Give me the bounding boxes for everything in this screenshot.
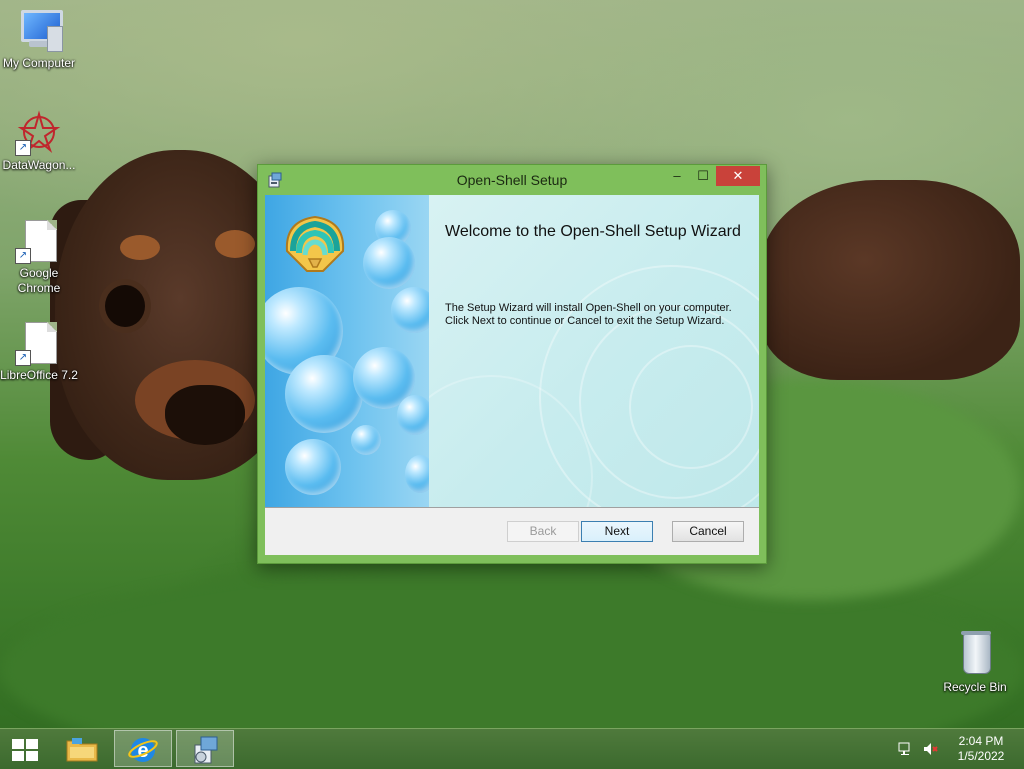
installer-icon bbox=[194, 736, 218, 764]
window-titlebar[interactable]: Open-Shell Setup – ☐ ✕ bbox=[258, 165, 766, 195]
clock-date: 1/5/2022 bbox=[957, 749, 1005, 763]
wizard-description: The Setup Wizard will install Open-Shell… bbox=[445, 302, 750, 328]
bubble-graphic bbox=[285, 355, 363, 433]
desktop-icon-datawagon[interactable]: ↗ DataWagon... bbox=[0, 110, 78, 173]
desktop-icon-libreoffice[interactable]: ↗ LibreOffice 7.2 bbox=[0, 320, 78, 383]
decorative-ring bbox=[629, 345, 753, 469]
next-button[interactable]: Next bbox=[581, 521, 653, 542]
shortcut-arrow-icon: ↗ bbox=[15, 350, 31, 366]
desktop-icon-label: Google Chrome bbox=[17, 266, 61, 295]
wizard-client-area: Welcome to the Open-Shell Setup Wizard T… bbox=[265, 195, 759, 555]
datawagon-icon: ↗ bbox=[15, 110, 63, 156]
wizard-banner-image bbox=[265, 195, 429, 507]
desktop-icon-my-computer[interactable]: My Computer bbox=[0, 8, 78, 71]
back-button[interactable]: Back bbox=[507, 521, 579, 542]
desktop-icon-label: My Computer bbox=[2, 56, 76, 70]
bubble-graphic bbox=[285, 439, 341, 495]
desktop-icon-label: DataWagon... bbox=[2, 158, 76, 172]
taskbar-internet-explorer[interactable]: e bbox=[114, 730, 172, 767]
setup-window[interactable]: Open-Shell Setup – ☐ ✕ Welcome to the Op… bbox=[257, 164, 767, 564]
desktop-icon-label: LibreOffice 7.2 bbox=[0, 368, 78, 382]
internet-explorer-icon: e bbox=[128, 738, 158, 762]
cancel-button[interactable]: Cancel bbox=[672, 521, 744, 542]
volume-muted-icon[interactable] bbox=[922, 741, 938, 757]
bubble-graphic bbox=[405, 455, 429, 493]
minimize-button[interactable]: – bbox=[664, 166, 690, 186]
puppy-body bbox=[760, 180, 1020, 380]
close-button[interactable]: ✕ bbox=[716, 166, 760, 186]
wizard-welcome-panel bbox=[429, 195, 759, 507]
document-icon: ↗ bbox=[15, 320, 63, 366]
open-shell-logo-icon bbox=[285, 215, 345, 272]
start-button[interactable] bbox=[0, 730, 58, 767]
taskbar-file-explorer[interactable] bbox=[54, 730, 112, 767]
computer-icon bbox=[15, 8, 63, 54]
desktop-icon-google-chrome[interactable]: ↗ Google Chrome bbox=[0, 218, 78, 296]
shortcut-arrow-icon: ↗ bbox=[15, 140, 31, 156]
network-icon[interactable] bbox=[898, 741, 914, 757]
windows-logo-icon bbox=[12, 739, 38, 761]
bubble-graphic bbox=[363, 237, 415, 289]
wizard-description-line: The Setup Wizard will install Open-Shell… bbox=[445, 302, 732, 314]
puppy-nose bbox=[165, 385, 245, 445]
taskbar: e 2:04 PM 1/5/2022 bbox=[0, 728, 1024, 769]
recycle-bin-icon bbox=[951, 631, 999, 678]
folder-icon bbox=[66, 738, 98, 762]
bubble-graphic bbox=[391, 287, 429, 333]
wizard-heading: Welcome to the Open-Shell Setup Wizard bbox=[445, 223, 741, 240]
taskbar-setup-installer[interactable] bbox=[176, 730, 234, 767]
puppy-marking bbox=[120, 235, 160, 260]
bubble-graphic bbox=[351, 425, 381, 455]
button-separator bbox=[265, 507, 759, 508]
desktop-icon-label: Recycle Bin bbox=[943, 680, 1007, 694]
puppy-marking bbox=[215, 230, 255, 258]
shortcut-arrow-icon: ↗ bbox=[15, 248, 31, 264]
bubble-graphic bbox=[397, 395, 429, 435]
desktop-icon-recycle-bin[interactable]: Recycle Bin bbox=[936, 631, 1014, 695]
clock-time: 2:04 PM bbox=[958, 734, 1004, 748]
puppy-eye bbox=[105, 285, 145, 327]
wizard-description-line: Click Next to continue or Cancel to exit… bbox=[445, 315, 725, 327]
maximize-button[interactable]: ☐ bbox=[690, 166, 716, 186]
taskbar-clock[interactable]: 2:04 PM 1/5/2022 bbox=[950, 734, 1012, 764]
document-icon: ↗ bbox=[15, 218, 63, 264]
